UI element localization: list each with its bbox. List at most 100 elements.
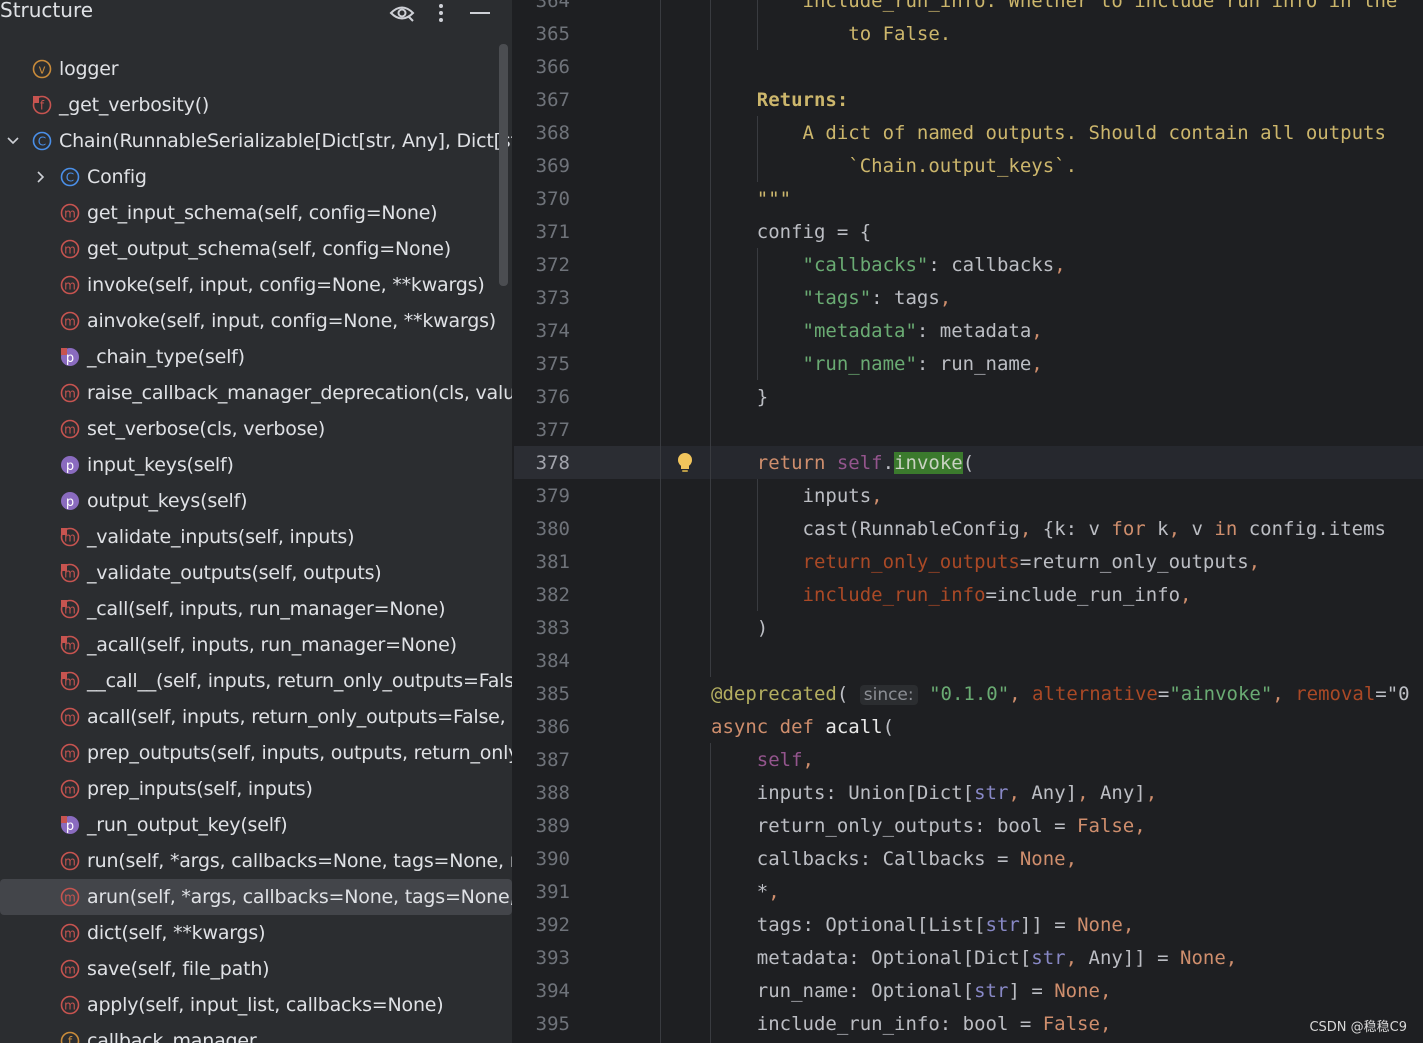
structure-item-label: prep_inputs(self, inputs) <box>87 778 313 800</box>
code-line[interactable]: return_only_outputs: bool = False, <box>711 810 1146 843</box>
code-token: self <box>836 452 883 474</box>
structure-item[interactable]: m apply(self, input_list, callbacks=None) <box>0 987 512 1023</box>
line-number: 367 <box>535 89 570 111</box>
code-line[interactable]: "run_name": run_name, <box>711 348 1043 381</box>
code-line[interactable]: inputs, <box>711 480 883 513</box>
structure-item[interactable]: m ainvoke(self, input, config=None, **kwa… <box>0 303 512 339</box>
code-line[interactable]: include_run_info: Whether to include run… <box>711 0 1398 18</box>
code-line[interactable]: @deprecated( since: "0.1.0", alternative… <box>711 678 1410 711</box>
code-token: , <box>1009 683 1033 705</box>
code-token: Any] <box>1099 782 1146 804</box>
structure-item[interactable]: m _call(self, inputs, run_manager=None) <box>0 591 512 627</box>
structure-item[interactable]: m save(self, file_path) <box>0 951 512 987</box>
code-line[interactable]: return self.invoke( <box>711 447 974 480</box>
code-token: Any]] = <box>1088 947 1181 969</box>
code-token: run_name: Optional[ <box>711 980 975 1002</box>
structure-item[interactable]: v logger <box>0 51 512 87</box>
code-line[interactable]: config = { <box>711 216 871 249</box>
code-line[interactable]: *, <box>711 876 780 909</box>
structure-item[interactable]: m get_output_schema(self, config=None) <box>0 231 512 267</box>
structure-item[interactable]: m invoke(self, input, config=None, **kwar… <box>0 267 512 303</box>
structure-item[interactable]: m run(self, *args, callbacks=None, tags=N… <box>0 843 512 879</box>
member-type-m-icon: m <box>60 419 80 439</box>
code-line[interactable]: self, <box>711 744 814 777</box>
svg-text:m: m <box>64 855 76 869</box>
line-number: 393 <box>535 947 570 969</box>
chevron-down-icon[interactable] <box>6 134 20 148</box>
structure-item[interactable]: m dict(self, **kwargs) <box>0 915 512 951</box>
structure-panel: Structure v logger f _get_verbosity() C Chain… <box>0 0 512 1043</box>
code-token: , <box>1225 947 1238 969</box>
member-type-m-icon: m <box>60 239 80 259</box>
code-line[interactable]: "tags": tags, <box>711 282 952 315</box>
structure-item[interactable]: m get_input_schema(self, config=None) <box>0 195 512 231</box>
structure-item[interactable]: p _chain_type(self) <box>0 339 512 375</box>
code-token: , <box>1272 683 1296 705</box>
svg-text:m: m <box>64 207 76 221</box>
member-type-f-icon: f <box>32 95 52 115</box>
structure-item[interactable]: m set_verbose(cls, verbose) <box>0 411 512 447</box>
code-line[interactable]: to False. <box>711 18 951 51</box>
code-line[interactable]: "metadata": metadata, <box>711 315 1043 348</box>
code-editor[interactable]: 364 365 366 367 368 369 370 371 372 373 374 375 376 3… <box>514 0 1423 1043</box>
structure-item[interactable]: m raise_callback_manager_deprecation(cls,… <box>0 375 512 411</box>
structure-item-label: _run_output_key(self) <box>87 814 288 836</box>
code-line[interactable]: inputs: Union[Dict[str, Any], Any], <box>711 777 1157 810</box>
code-line[interactable]: include_run_info=include_run_info, <box>711 579 1192 612</box>
lightbulb-icon[interactable] <box>674 451 696 475</box>
code-line[interactable]: Returns: <box>711 84 849 117</box>
code-line[interactable]: tags: Optional[List[str]] = None, <box>711 909 1135 942</box>
code-line[interactable]: return_only_outputs=return_only_outputs, <box>711 546 1261 579</box>
structure-item[interactable]: m arun(self, *args, callbacks=None, tags=… <box>0 879 512 915</box>
structure-item[interactable]: C Config <box>0 159 512 195</box>
line-number: 391 <box>535 881 570 903</box>
chevron-right-icon[interactable] <box>34 170 48 184</box>
line-number: 369 <box>535 155 570 177</box>
structure-item[interactable]: m prep_outputs(self, inputs, outputs, ret… <box>0 735 512 771</box>
code-line[interactable]: """ <box>711 183 791 216</box>
line-number: 364 <box>535 0 570 12</box>
line-number: 388 <box>535 782 570 804</box>
structure-item[interactable]: f callback_manager <box>0 1023 512 1043</box>
code-line[interactable]: run_name: Optional[str] = None, <box>711 975 1112 1008</box>
member-type-m-icon: m <box>60 995 80 1015</box>
structure-item[interactable]: m acall(self, inputs, return_only_outputs… <box>0 699 512 735</box>
structure-item[interactable]: m _validate_inputs(self, inputs) <box>0 519 512 555</box>
structure-item[interactable]: m __call__(self, inputs, return_only_outp… <box>0 663 512 699</box>
code-token: } <box>711 386 769 408</box>
code-line[interactable]: } <box>711 381 768 414</box>
code-token: , <box>1099 980 1112 1002</box>
structure-item[interactable]: f _get_verbosity() <box>0 87 512 123</box>
member-type-m-icon: m <box>60 743 80 763</box>
structure-item[interactable]: p _run_output_key(self) <box>0 807 512 843</box>
code-line[interactable]: cast(RunnableConfig, {k: v for k, v in c… <box>711 513 1387 546</box>
code-line[interactable]: "callbacks": callbacks, <box>711 249 1066 282</box>
structure-item-label: _validate_inputs(self, inputs) <box>87 526 355 548</box>
structure-item[interactable]: m prep_inputs(self, inputs) <box>0 771 512 807</box>
code-line[interactable]: async def acall( <box>711 711 894 744</box>
eye-icon[interactable] <box>388 2 416 24</box>
code-line[interactable]: A dict of named outputs. Should contain … <box>711 117 1386 150</box>
code-line[interactable]: include_run_info: bool = False, <box>711 1008 1112 1041</box>
line-number: 385 <box>535 683 570 705</box>
code-line[interactable]: callbacks: Callbacks = None, <box>711 843 1077 876</box>
structure-item[interactable]: C Chain(RunnableSerializable[Dict[str, An… <box>0 123 512 159</box>
minimize-icon[interactable] <box>468 2 492 24</box>
svg-text:C: C <box>38 135 46 149</box>
structure-scrollbar[interactable] <box>499 44 508 286</box>
line-number: 365 <box>535 23 570 45</box>
svg-text:m: m <box>64 963 76 977</box>
structure-item[interactable]: p output_keys(self) <box>0 483 512 519</box>
member-type-m-icon: m <box>60 923 80 943</box>
structure-item[interactable]: m _validate_outputs(self, outputs) <box>0 555 512 591</box>
code-line[interactable]: `Chain.output_keys`. <box>711 150 1077 183</box>
structure-title: Structure <box>0 0 94 22</box>
structure-item[interactable]: p input_keys(self) <box>0 447 512 483</box>
member-type-p-icon: p <box>60 815 80 835</box>
gutter-separator <box>660 0 661 1043</box>
code-line[interactable]: ) <box>711 612 768 645</box>
code-line[interactable]: metadata: Optional[Dict[str, Any]] = Non… <box>711 942 1238 975</box>
more-options-icon[interactable] <box>432 2 450 24</box>
structure-item[interactable]: m _acall(self, inputs, run_manager=None) <box>0 627 512 663</box>
